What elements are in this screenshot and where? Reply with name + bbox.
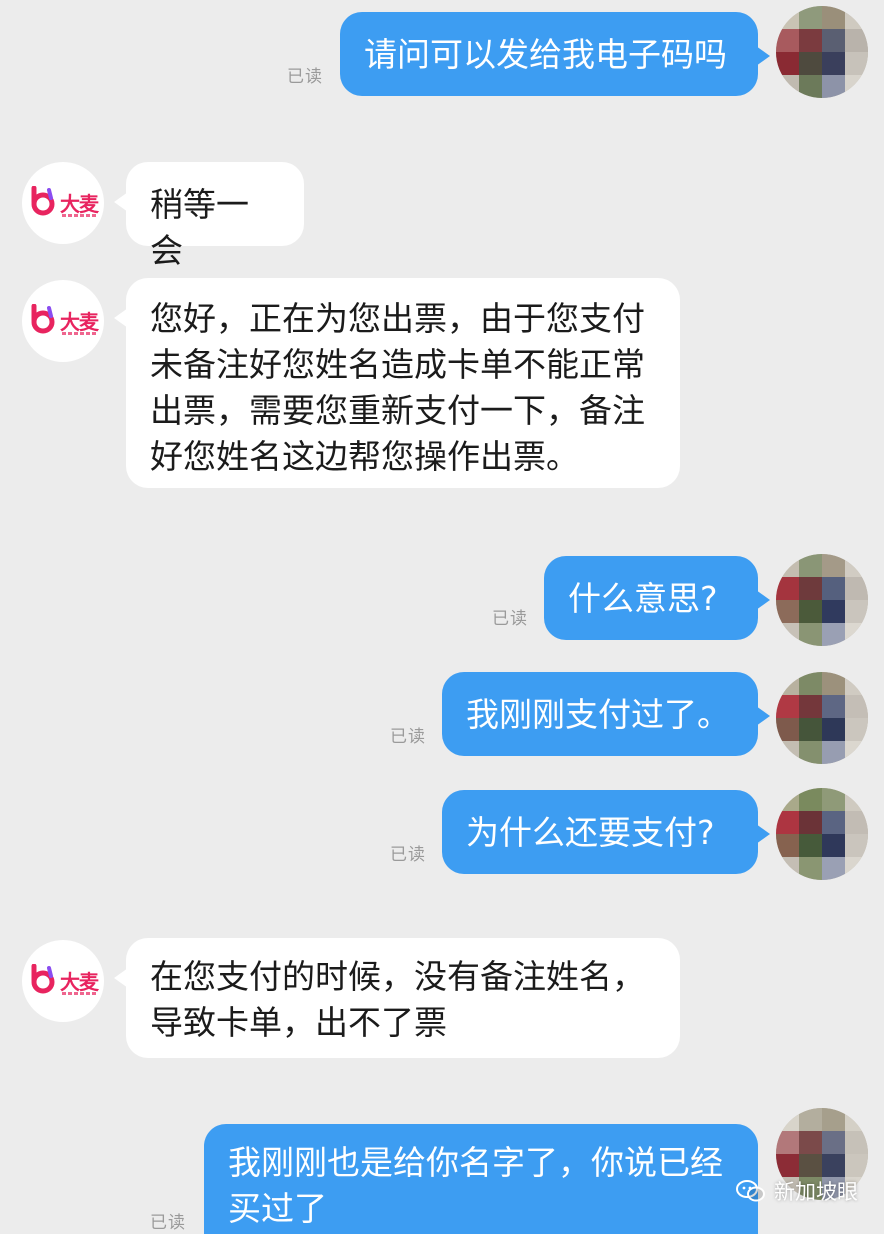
damai-logo-icon — [31, 186, 55, 216]
message-bubble-outgoing[interactable]: 请问可以发给我电子码吗 — [340, 12, 770, 96]
message-bubble-incoming[interactable]: 在您支付的时候，没有备注姓名， 导致卡单，出不了票 — [114, 938, 680, 1058]
brand-tagline-decoration — [62, 992, 96, 995]
read-status: 已读 — [150, 1213, 186, 1233]
message-text: 为什么还要支付? — [466, 813, 715, 852]
wechat-icon — [736, 1180, 765, 1202]
message-bubble-outgoing[interactable]: 什么意思? — [544, 556, 770, 640]
message-text: 什么意思? — [568, 579, 718, 618]
message-line: 在您支付的时候，没有备注姓名， — [150, 957, 645, 996]
message-bubble-incoming[interactable]: 稍等一会 — [114, 162, 304, 270]
brand-avatar[interactable]: 大麦 — [22, 280, 104, 362]
message-text: 请问可以发给我电子码吗 — [364, 35, 727, 74]
damai-logo-icon — [31, 964, 55, 994]
message-line: 您好，正在为您出票，由于您支付 — [150, 299, 645, 338]
user-avatar[interactable] — [776, 6, 868, 98]
read-status: 已读 — [287, 67, 323, 87]
brand-tagline-decoration — [62, 214, 96, 217]
brand-tagline-decoration — [62, 332, 96, 335]
message-line: 出票，需要您重新支付一下，备注 — [150, 391, 645, 430]
message-line: 我刚刚也是给你名字了，你说已经 — [228, 1143, 723, 1182]
message-text: 稍等一会 — [150, 185, 249, 270]
message-line: 未备注好您姓名造成卡单不能正常 — [150, 345, 645, 384]
message-line: 买过了 — [228, 1189, 327, 1228]
read-status: 已读 — [390, 727, 426, 747]
user-avatar[interactable] — [776, 554, 868, 646]
message-bubble-incoming[interactable]: 您好，正在为您出票，由于您支付 未备注好您姓名造成卡单不能正常 出票，需要您重新… — [114, 278, 680, 488]
user-avatar[interactable] — [776, 788, 868, 880]
read-status: 已读 — [390, 845, 426, 865]
brand-name: 大麦 — [60, 192, 99, 216]
brand-name: 大麦 — [60, 970, 99, 994]
message-line: 好您姓名这边帮您操作出票。 — [150, 437, 579, 476]
user-avatar[interactable] — [776, 672, 868, 764]
message-bubble-outgoing[interactable]: 我刚刚支付过了。 — [442, 672, 770, 756]
watermark: 新加坡眼 — [736, 1176, 858, 1206]
brand-avatar[interactable]: 大麦 — [22, 162, 104, 244]
read-status: 已读 — [492, 609, 528, 629]
brand-name: 大麦 — [60, 310, 99, 334]
message-bubble-outgoing[interactable]: 我刚刚也是给你名字了，你说已经 买过了 — [204, 1124, 758, 1234]
brand-avatar[interactable]: 大麦 — [22, 940, 104, 1022]
damai-logo-icon — [31, 304, 55, 334]
message-text: 我刚刚支付过了。 — [466, 695, 730, 734]
message-line: 导致卡单，出不了票 — [150, 1003, 447, 1042]
watermark-text: 新加坡眼 — [774, 1180, 858, 1204]
message-bubble-outgoing[interactable]: 为什么还要支付? — [442, 790, 770, 874]
